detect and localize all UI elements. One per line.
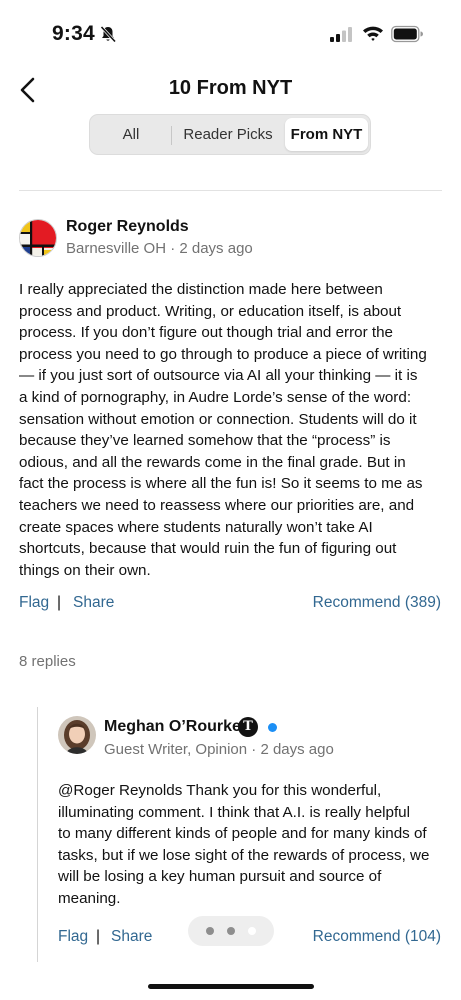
status-bar: 9:34 <box>0 0 461 68</box>
nav-bar: 10 From NYT <box>0 68 461 112</box>
comment-line: process. If you don’t figure out though … <box>19 324 393 342</box>
comment-line: process and product. Writing, or educati… <box>19 302 402 320</box>
comment-line: shortcuts, because that would ruin the f… <box>19 540 397 558</box>
reply-avatar[interactable] <box>58 716 96 754</box>
reply-recommend-button[interactable]: Recommend (104) <box>313 928 441 946</box>
comment-line: — if you just sort of outsource via AI a… <box>19 367 418 385</box>
tab-all[interactable]: All <box>92 118 170 151</box>
share-button[interactable]: Share <box>73 594 114 612</box>
dot-icon <box>206 927 214 935</box>
reply-line: meaning. <box>58 889 121 907</box>
flag-button[interactable]: Flag <box>19 594 49 612</box>
reply-author[interactable]: Meghan O’Rourke <box>104 718 241 736</box>
reply-action-separator: | <box>96 928 101 945</box>
battery-icon <box>391 25 423 43</box>
person-photo-icon <box>58 716 96 754</box>
comment-meta: Barnesville OH · 2 days ago <box>66 240 253 257</box>
comment-body: I really appreciated the distinction mad… <box>19 279 449 581</box>
comment-line: process you need to go through to produc… <box>19 345 427 363</box>
comment-filter-tabs: All Reader Picks From NYT <box>89 114 371 155</box>
home-indicator[interactable] <box>148 984 314 989</box>
comment-line: a kind of pornography, in Audre Lorde’s … <box>19 388 412 406</box>
verified-icon <box>268 723 277 732</box>
bell-slash-icon <box>100 25 117 43</box>
reply-body: @Roger Reynolds Thank you for this wonde… <box>58 780 453 910</box>
dot-icon <box>248 927 256 935</box>
replies-count[interactable]: 8 replies <box>19 653 76 670</box>
status-time: 9:34 <box>52 22 95 45</box>
divider <box>19 190 442 191</box>
signal-icon <box>330 27 352 42</box>
reply-thread-line <box>37 707 38 962</box>
comment-line: because they’ve learned somehow that the… <box>19 432 391 450</box>
reply-line: @Roger Reynolds Thank you for this wonde… <box>58 782 382 799</box>
comment-line: I really appreciated the distinction mad… <box>19 281 383 298</box>
page-title: 10 From NYT <box>168 77 293 99</box>
reply-line: to many different kinds of people and fo… <box>58 825 427 843</box>
mondrian-avatar-icon <box>20 220 56 256</box>
nyt-logo-icon: T <box>238 717 258 737</box>
more-options-button[interactable] <box>188 916 274 946</box>
comment-line: things on their own. <box>19 561 151 579</box>
reply-line: tasks, but if we lose sight of the rewar… <box>58 846 430 864</box>
tab-reader-picks[interactable]: Reader Picks <box>172 118 284 151</box>
avatar[interactable] <box>19 219 57 257</box>
dot-icon <box>227 927 235 935</box>
comment-line: fact the process is where all the fun is… <box>19 475 423 493</box>
wifi-icon <box>363 26 383 41</box>
comment-line: create spaces where students naturally w… <box>19 518 373 536</box>
tab-from-nyt[interactable]: From NYT <box>285 118 368 151</box>
reply-line: will be losing a key human pursuit and s… <box>58 868 382 886</box>
recommend-button[interactable]: Recommend (389) <box>313 594 441 612</box>
reply-share-button[interactable]: Share <box>111 928 152 946</box>
comment-line: teachers we need to reassess where our p… <box>19 496 415 514</box>
comment-line: sensation without emotion or connection.… <box>19 410 417 428</box>
action-separator: | <box>57 594 62 611</box>
reply-line: illuminating comment. I think that A.I. … <box>58 803 411 821</box>
comment-author[interactable]: Roger Reynolds <box>66 218 189 236</box>
reply-flag-button[interactable]: Flag <box>58 928 88 946</box>
reply-meta: Guest Writer, Opinion · 2 days ago <box>104 741 334 758</box>
comment-line: odious, and all the rewards come in the … <box>19 453 406 471</box>
